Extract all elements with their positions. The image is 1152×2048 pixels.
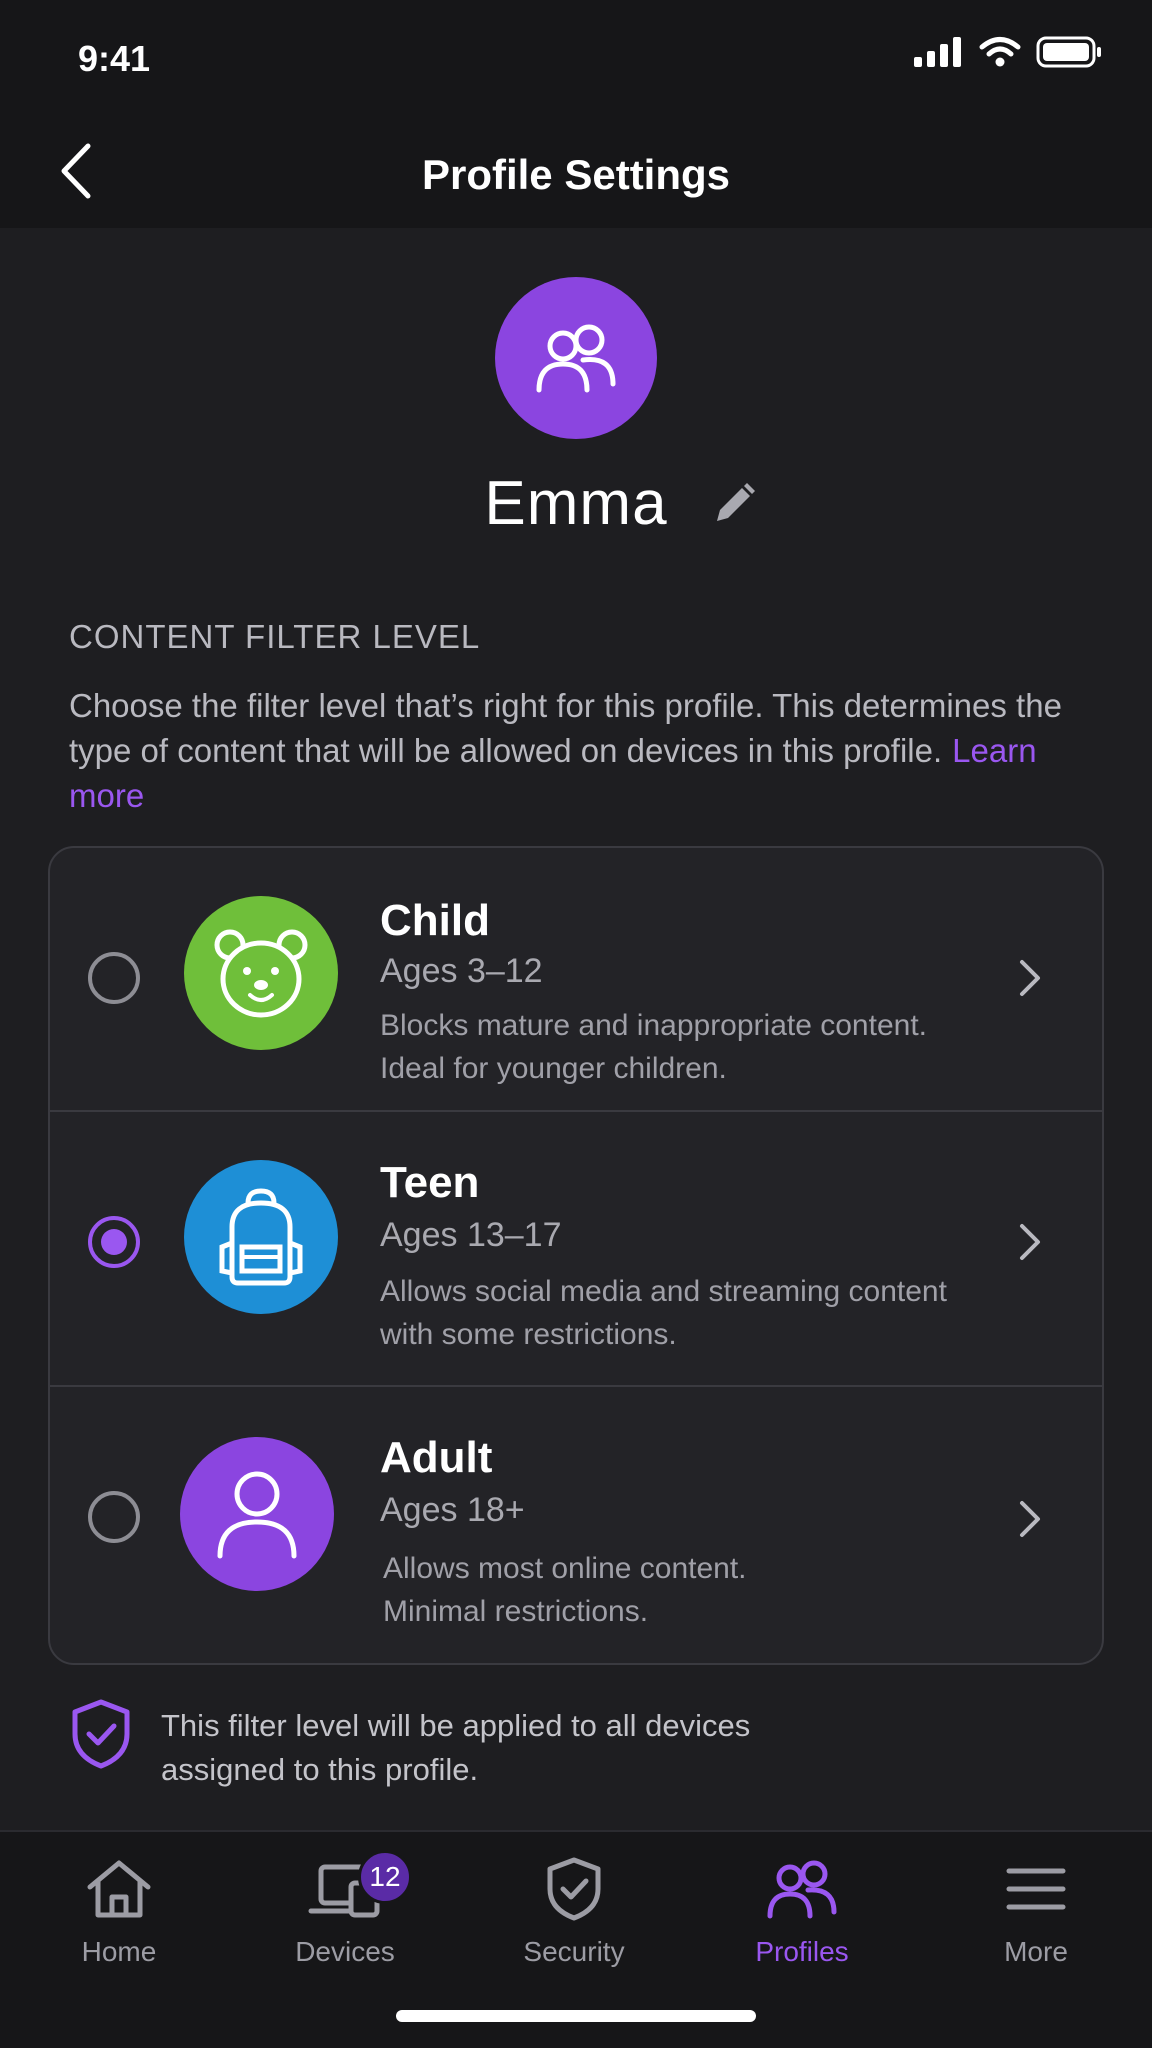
- battery-icon: [1036, 36, 1101, 68]
- radio-child[interactable]: [88, 952, 140, 1004]
- option-desc-line: Blocks mature and inappropriate content.: [380, 1009, 927, 1042]
- option-desc-line: with some restrictions.: [380, 1318, 677, 1351]
- shield-check-icon: [547, 1857, 601, 1921]
- bear-icon: [214, 929, 308, 1018]
- pencil-icon: [717, 483, 755, 521]
- tab-more[interactable]: More: [941, 1854, 1131, 1968]
- chevron-right-icon: [1020, 1224, 1040, 1260]
- adult-icon-circle: [180, 1437, 334, 1591]
- menu-icon: [1006, 1868, 1066, 1910]
- option-title: Adult: [380, 1433, 493, 1482]
- tab-label: Profiles: [755, 1936, 849, 1967]
- backpack-icon: [219, 1188, 303, 1286]
- profile-name-row: Emma: [0, 468, 1152, 539]
- teen-icon-circle: [184, 1160, 338, 1314]
- notice-text: This filter level will be applied to all…: [161, 1708, 751, 1787]
- tab-home[interactable]: Home: [24, 1854, 214, 1968]
- option-desc-line: Minimal restrictions.: [383, 1595, 649, 1628]
- section-description: Choose the filter level that’s right for…: [69, 683, 1069, 818]
- status-time: 9:41: [78, 38, 151, 79]
- person-icon: [217, 1471, 297, 1559]
- profile-name: Emma: [484, 469, 668, 538]
- chevron-right-icon: [1020, 1501, 1040, 1537]
- profiles-icon: [536, 324, 616, 393]
- tab-profiles[interactable]: Profiles: [707, 1854, 897, 1968]
- nav-bar: Profile Settings: [0, 115, 1152, 228]
- filter-options-card: Child Ages 3–12 Blocks mature and inappr…: [48, 846, 1104, 1665]
- option-ages: Ages 18+: [380, 1491, 525, 1529]
- tab-label: Home: [81, 1936, 157, 1967]
- edit-name-button[interactable]: [708, 478, 760, 530]
- option-title: Teen: [380, 1158, 480, 1207]
- option-child[interactable]: Child Ages 3–12 Blocks mature and inappr…: [50, 848, 1102, 1112]
- option-adult[interactable]: Adult Ages 18+ Allows most online conten…: [50, 1387, 1102, 1663]
- tab-label: More: [1004, 1936, 1068, 1967]
- option-description: Blocks mature and inappropriate content.…: [380, 1004, 1020, 1090]
- filter-notice: This filter level will be applied to all…: [69, 1698, 861, 1792]
- status-bar: 9:41: [0, 0, 1152, 115]
- tab-label: Devices: [295, 1936, 395, 1967]
- profile-avatar[interactable]: [495, 277, 657, 439]
- option-desc-line: Allows social media and streaming conten…: [380, 1275, 947, 1308]
- option-description: Allows most online content. Minimal rest…: [383, 1547, 1023, 1633]
- option-teen[interactable]: Teen Ages 13–17 Allows social media and …: [50, 1112, 1102, 1387]
- wifi-icon: [979, 37, 1021, 67]
- radio-teen[interactable]: [88, 1216, 140, 1268]
- option-ages: Ages 13–17: [380, 1216, 562, 1254]
- section-title: CONTENT FILTER LEVEL: [69, 618, 481, 655]
- tab-security[interactable]: Security: [479, 1854, 669, 1968]
- profiles-icon: [767, 1860, 837, 1919]
- page-title: Profile Settings: [421, 151, 731, 198]
- shield-check-icon: [72, 1699, 130, 1769]
- signal-icon: [914, 37, 961, 67]
- radio-adult[interactable]: [88, 1491, 140, 1543]
- chevron-right-icon: [1020, 960, 1040, 996]
- tab-devices[interactable]: 12 Devices: [250, 1850, 440, 1968]
- option-ages: Ages 3–12: [380, 952, 543, 990]
- home-indicator: [396, 2010, 756, 2022]
- option-desc-line: Ideal for younger children.: [380, 1052, 727, 1085]
- status-icons: [914, 36, 1102, 68]
- option-title: Child: [380, 896, 490, 945]
- devices-count-badge: 12: [358, 1850, 412, 1904]
- option-description: Allows social media and streaming conten…: [380, 1270, 1020, 1356]
- home-icon: [87, 1860, 151, 1918]
- child-icon-circle: [184, 896, 338, 1050]
- option-desc-line: Allows most online content.: [383, 1552, 747, 1585]
- tab-label: Security: [523, 1936, 625, 1967]
- description-text: Choose the filter level that’s right for…: [69, 687, 1062, 769]
